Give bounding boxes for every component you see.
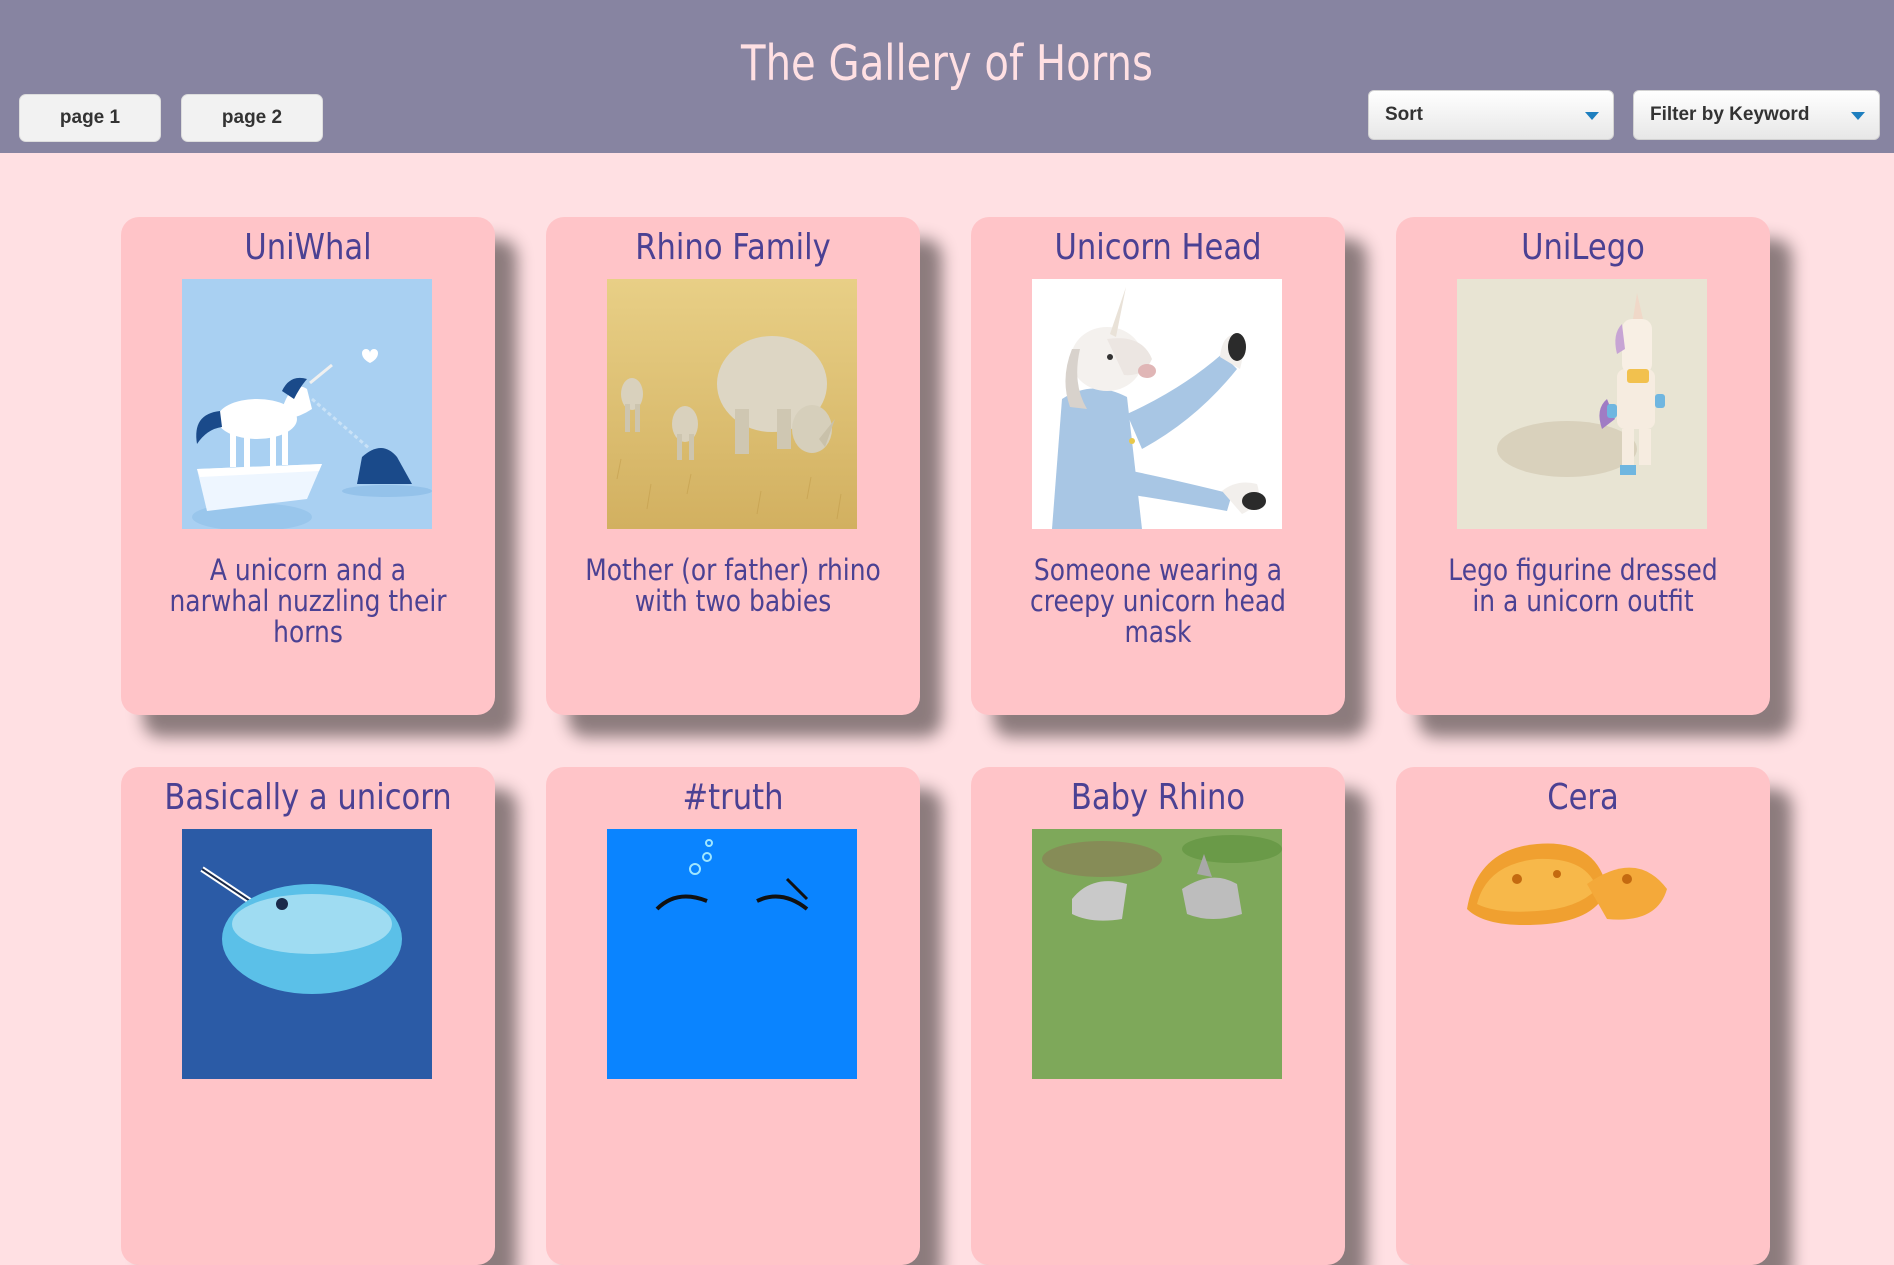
app-header: The Gallery of Horns page 1 page 2 Sort … [0,0,1894,153]
card-title: UniLego [1521,227,1645,268]
gallery-card: Baby Rhino [971,767,1345,1265]
keyword-filter-label: Filter by Keyword [1650,104,1810,125]
chevron-down-icon [1851,112,1865,120]
card-description: Mother (or father) rhino with two babies [585,553,881,618]
gallery-card: UniWhal A unicorn and a narwhal nuzzling… [121,217,495,715]
card-title: #truth [682,777,784,818]
card-title: Unicorn Head [1054,227,1262,268]
page-title: The Gallery of Horns [741,35,1153,92]
gallery-card: Unicorn Head Someone wearing a creepy un… [971,217,1345,715]
card-image-narwhal-cartoon [607,829,857,1079]
card-title: Baby Rhino [1070,777,1246,818]
card-description: Lego figurine dressed in a unicorn outfi… [1448,553,1718,618]
card-description: Someone wearing a creepy unicorn head ma… [1030,553,1286,649]
card-title: Rhino Family [635,227,831,268]
card-image-unicorn-mask [1032,279,1282,529]
chevron-down-icon [1585,112,1599,120]
card-image-baby-rhino [1032,829,1282,1079]
card-image-unicorn-narwhal [182,279,432,529]
sort-select[interactable]: Sort [1368,90,1614,140]
card-title: Basically a unicorn [164,777,452,818]
card-title: Cera [1547,777,1619,818]
card-image-triceratops [1457,829,1707,1079]
card-title: UniWhal [244,227,372,268]
card-description: A unicorn and a narwhal nuzzling their h… [169,553,447,649]
card-image-lego-unicorn [1457,279,1707,529]
page-2-button[interactable]: page 2 [181,94,323,142]
gallery-card: Rhino Family Mother (or father) rhino wi… [546,217,920,715]
keyword-filter-select[interactable]: Filter by Keyword [1633,90,1880,140]
gallery-card: Cera [1396,767,1770,1265]
gallery-card: UniLego Lego figurine dressed in a unico… [1396,217,1770,715]
page-1-button[interactable]: page 1 [19,94,161,142]
card-image-rhino-family [607,279,857,529]
sort-select-label: Sort [1385,104,1423,125]
gallery-card: Basically a unicorn [121,767,495,1265]
gallery-card: #truth [546,767,920,1265]
card-image-narwhal-illustration [182,829,432,1079]
